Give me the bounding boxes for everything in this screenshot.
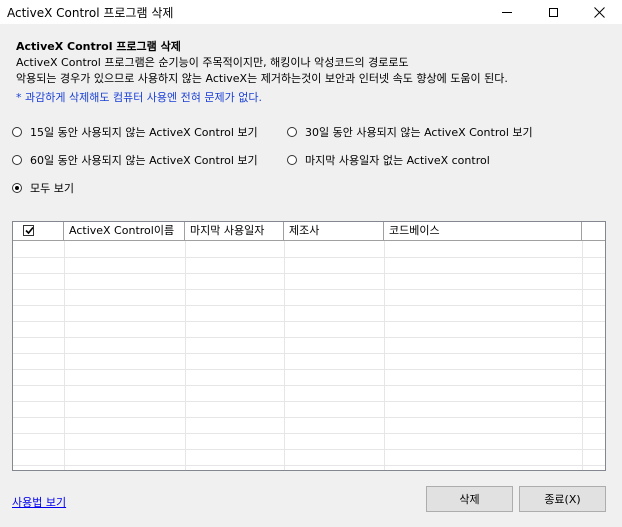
description-line-1: ActiveX Control 프로그램은 순기능이 주목적이지만, 해킹이나 … xyxy=(16,56,409,69)
warning-note: * 과감하게 삭제해도 컴퓨터 사용엔 전혀 문제가 없다. xyxy=(16,91,262,104)
activex-list-grid[interactable]: ActiveX Control이름 마지막 사용일자 제조사 코드베이스 xyxy=(12,221,606,471)
column-header-last-used[interactable]: 마지막 사용일자 xyxy=(185,222,284,240)
radio-indicator xyxy=(12,183,22,193)
grid-row-line xyxy=(13,337,605,338)
grid-row-line xyxy=(13,417,605,418)
minimize-icon xyxy=(502,11,512,13)
column-header-manufacturer[interactable]: 제조사 xyxy=(284,222,384,240)
help-link[interactable]: 사용법 보기 xyxy=(12,494,66,510)
grid-row-line xyxy=(13,401,605,402)
grid-row-line xyxy=(13,449,605,450)
radio-indicator xyxy=(12,127,22,137)
grid-row-line xyxy=(13,385,605,386)
grid-row-line xyxy=(13,369,605,370)
exit-button[interactable]: 종료(X) xyxy=(519,486,606,512)
column-header-codebase[interactable]: 코드베이스 xyxy=(384,222,582,240)
delete-button[interactable]: 삭제 xyxy=(426,486,513,512)
filter-radio-15-days[interactable]: 15일 동안 사용되지 않는 ActiveX Control 보기 xyxy=(12,124,258,140)
grid-column-line xyxy=(582,241,583,470)
column-header-name[interactable]: ActiveX Control이름 xyxy=(64,222,185,240)
filter-radio-30-days[interactable]: 30일 동안 사용되지 않는 ActiveX Control 보기 xyxy=(287,124,533,140)
filter-radio-label: 60일 동안 사용되지 않는 ActiveX Control 보기 xyxy=(30,154,258,167)
window-title: ActiveX Control 프로그램 삭제 xyxy=(7,6,174,20)
radio-indicator xyxy=(12,155,22,165)
grid-row-line xyxy=(13,433,605,434)
close-window-button[interactable] xyxy=(576,0,622,24)
filter-radio-60-days[interactable]: 60일 동안 사용되지 않는 ActiveX Control 보기 xyxy=(12,152,258,168)
close-icon xyxy=(593,6,605,18)
grid-row-line xyxy=(13,353,605,354)
maximize-button[interactable] xyxy=(530,0,576,24)
select-all-column xyxy=(13,222,64,240)
radio-indicator xyxy=(287,127,297,137)
grid-row-line xyxy=(13,465,605,466)
filter-radio-label: 모두 보기 xyxy=(30,182,74,195)
section-title: ActiveX Control 프로그램 삭제 xyxy=(16,40,181,53)
grid-column-line xyxy=(384,241,385,470)
filter-radio-label: 30일 동안 사용되지 않는 ActiveX Control 보기 xyxy=(305,126,533,139)
radio-indicator xyxy=(287,155,297,165)
title-bar: ActiveX Control 프로그램 삭제 xyxy=(0,0,622,24)
grid-row-line xyxy=(13,305,605,306)
grid-column-line xyxy=(284,241,285,470)
maximize-icon xyxy=(548,7,558,17)
grid-column-line xyxy=(64,241,65,470)
grid-row-line xyxy=(13,321,605,322)
description-line-2: 악용되는 경우가 있으므로 사용하지 않는 ActiveX는 제거하는것이 보안… xyxy=(16,72,508,85)
filter-radio-label: 15일 동안 사용되지 않는 ActiveX Control 보기 xyxy=(30,126,258,139)
grid-row-line xyxy=(13,273,605,274)
select-all-checkbox[interactable] xyxy=(23,225,34,236)
grid-body xyxy=(13,241,605,470)
grid-row-line xyxy=(13,289,605,290)
checkmark-icon xyxy=(25,226,34,235)
grid-row-line xyxy=(13,257,605,258)
filter-radio-no-last-used[interactable]: 마지막 사용일자 없는 ActiveX control xyxy=(287,152,490,168)
grid-header: ActiveX Control이름 마지막 사용일자 제조사 코드베이스 xyxy=(13,222,605,241)
grid-column-line xyxy=(185,241,186,470)
filter-radio-show-all[interactable]: 모두 보기 xyxy=(12,180,74,196)
minimize-button[interactable] xyxy=(484,0,530,24)
filter-radio-label: 마지막 사용일자 없는 ActiveX control xyxy=(305,154,490,167)
